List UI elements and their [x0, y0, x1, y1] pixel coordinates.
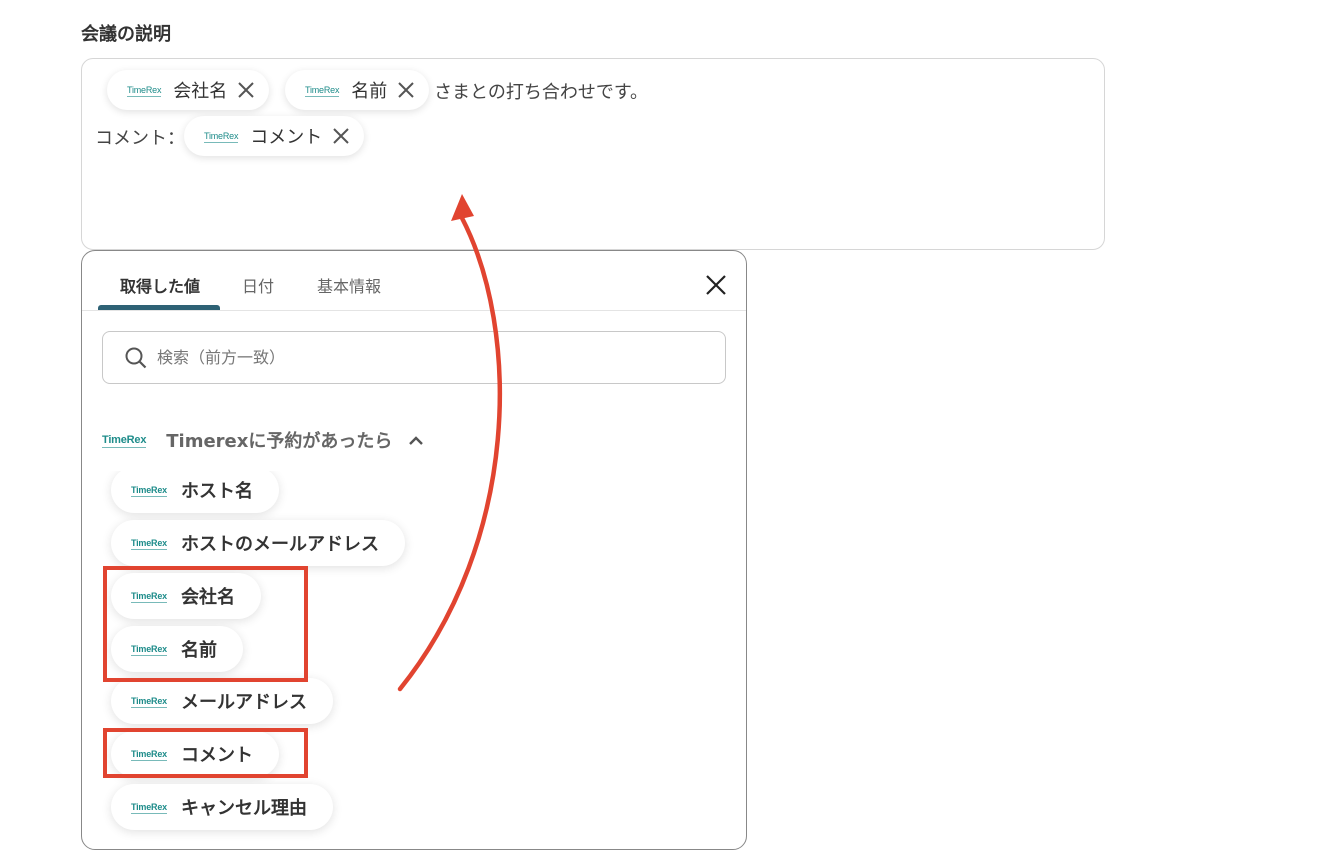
- list-item-label: ホストのメールアドレス: [180, 534, 379, 555]
- list-item-label: メールアドレス: [180, 692, 307, 713]
- list-item-label: キャンセル理由: [180, 798, 307, 819]
- section-title: Timerexに予約があったら: [166, 431, 393, 452]
- timerex-logo-icon: TimeRex: [204, 130, 239, 143]
- chip-remove-icon[interactable]: [332, 127, 350, 145]
- trigger-section-header[interactable]: TimeRex Timerexに予約があったら: [102, 427, 424, 453]
- description-text: さまとの打ち合わせです。: [434, 82, 649, 103]
- tab-date[interactable]: 日付: [242, 273, 274, 297]
- timerex-logo-icon: TimeRex: [102, 433, 147, 448]
- list-item-label: ホスト名: [180, 481, 253, 502]
- close-icon: [706, 275, 726, 295]
- list-item-email[interactable]: TimeRex メールアドレス: [111, 678, 333, 724]
- chip-remove-icon[interactable]: [237, 81, 255, 99]
- tab-bar: 取得した値 日付 基本情報: [82, 251, 746, 311]
- highlight-box-comment: [103, 728, 308, 778]
- list-item-host-email[interactable]: TimeRex ホストのメールアドレス: [111, 520, 405, 566]
- timerex-logo-icon: TimeRex: [127, 84, 162, 97]
- chip-label: コメント: [250, 127, 323, 148]
- comment-prefix-text: コメント：: [95, 128, 185, 149]
- field-label: 会議の説明: [81, 24, 171, 45]
- timerex-logo-icon: TimeRex: [131, 801, 167, 814]
- timerex-logo-icon: TimeRex: [131, 484, 167, 497]
- chevron-up-icon[interactable]: [408, 434, 424, 446]
- search-icon: [125, 347, 147, 368]
- timerex-logo-icon: TimeRex: [305, 84, 340, 97]
- variable-chip-name[interactable]: TimeRex 名前: [285, 70, 430, 110]
- variable-chip-comment[interactable]: TimeRex コメント: [184, 116, 365, 156]
- timerex-logo-icon: TimeRex: [131, 537, 167, 550]
- meeting-description-editor[interactable]: TimeRex 会社名 TimeRex 名前 さまとの打ち合わせです。 コメント…: [81, 58, 1105, 250]
- chip-label: 会社名: [173, 81, 228, 102]
- chip-label: 名前: [351, 81, 388, 102]
- list-item-host-name[interactable]: TimeRex ホスト名: [111, 471, 279, 513]
- highlight-box-company-name: [103, 566, 308, 682]
- search-input[interactable]: [155, 347, 655, 368]
- active-tab-indicator: [98, 305, 220, 310]
- search-box[interactable]: [102, 331, 726, 384]
- close-button[interactable]: [702, 271, 730, 299]
- timerex-logo-icon: TimeRex: [131, 695, 167, 708]
- variable-chip-company[interactable]: TimeRex 会社名: [107, 70, 270, 110]
- tab-basic-info[interactable]: 基本情報: [317, 273, 381, 297]
- chip-remove-icon[interactable]: [397, 81, 415, 99]
- tab-acquired-values[interactable]: 取得した値: [120, 273, 200, 297]
- list-item-cancel-reason[interactable]: TimeRex キャンセル理由: [111, 784, 333, 830]
